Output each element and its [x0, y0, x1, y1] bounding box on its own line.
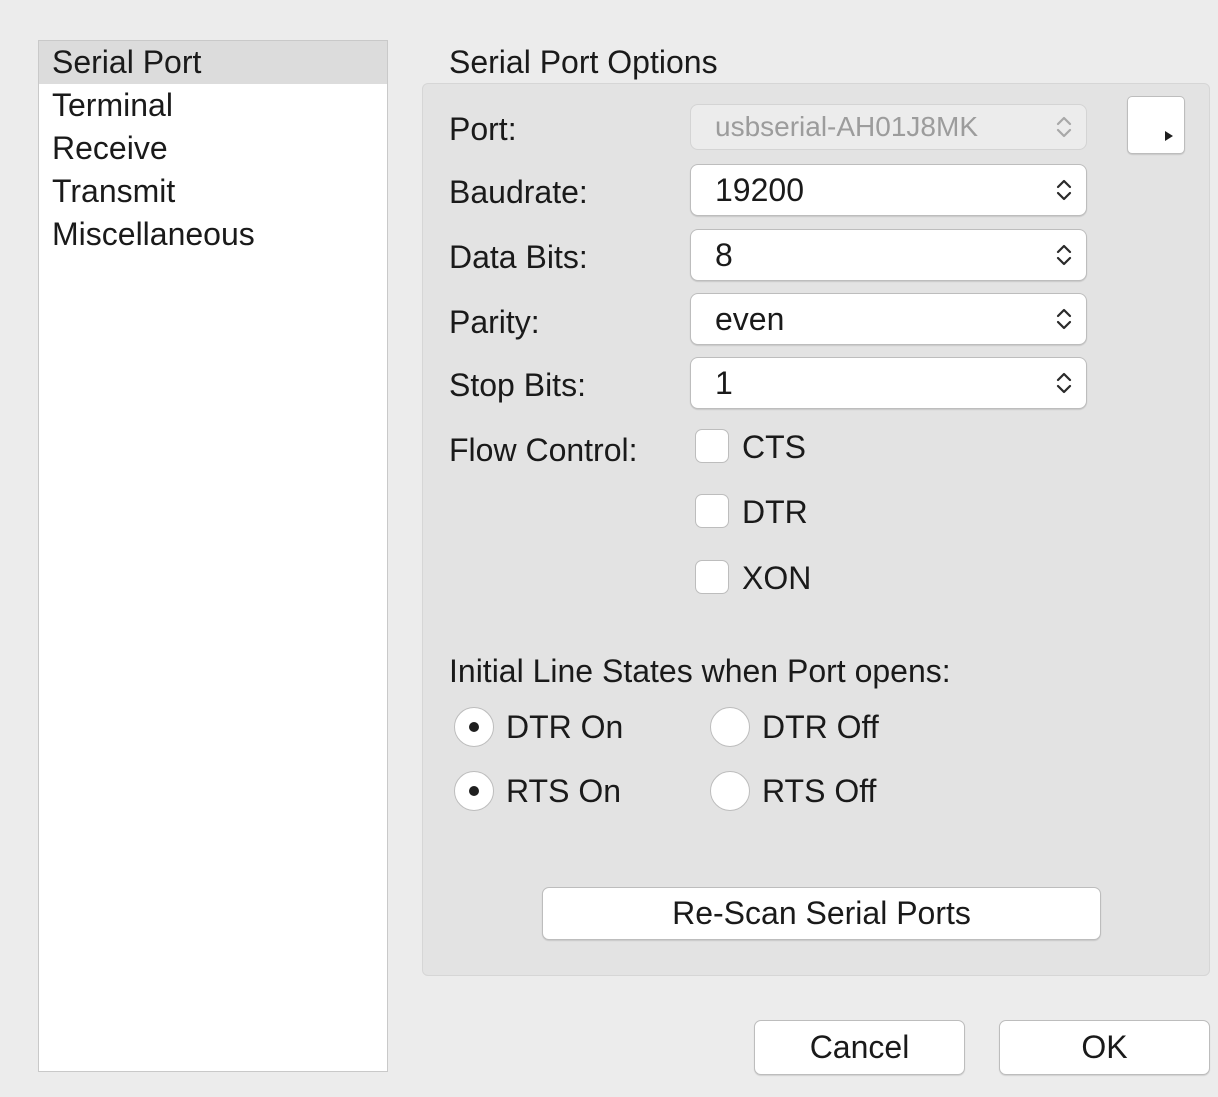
- parity-popup[interactable]: even: [690, 293, 1087, 345]
- data-bits-label: Data Bits:: [449, 239, 588, 275]
- flow-control-label: Flow Control:: [449, 432, 638, 468]
- stop-bits-label: Stop Bits:: [449, 367, 586, 403]
- radio-selected-dot: [469, 786, 479, 796]
- cts-checkbox-label: CTS: [742, 429, 806, 465]
- chevron-updown-icon: [1052, 358, 1076, 408]
- serial-port-options-title: Serial Port Options: [449, 44, 718, 80]
- preferences-sidebar: Serial Port Terminal Receive Transmit Mi…: [38, 40, 388, 1072]
- rts-off-radio[interactable]: [710, 771, 750, 811]
- chevron-updown-icon: [1052, 165, 1076, 215]
- cts-checkbox[interactable]: [695, 429, 729, 463]
- xon-checkbox-label: XON: [742, 560, 812, 596]
- rts-off-label: RTS Off: [762, 773, 877, 809]
- data-bits-value: 8: [715, 237, 733, 273]
- serial-port-options-box: [422, 83, 1210, 976]
- rts-on-label: RTS On: [506, 773, 621, 809]
- chevron-updown-icon: [1052, 230, 1076, 280]
- baudrate-popup[interactable]: 19200: [690, 164, 1087, 216]
- xon-checkbox[interactable]: [695, 560, 729, 594]
- baudrate-label: Baudrate:: [449, 174, 588, 210]
- initial-line-states-title: Initial Line States when Port opens:: [449, 653, 951, 689]
- sidebar-item-serial-port[interactable]: Serial Port: [39, 41, 387, 84]
- parity-label: Parity:: [449, 304, 540, 340]
- parity-value: even: [715, 301, 785, 337]
- triangle-right-icon: [1165, 131, 1173, 141]
- port-label: Port:: [449, 111, 517, 147]
- dtr-on-label: DTR On: [506, 709, 624, 745]
- radio-selected-dot: [469, 722, 479, 732]
- stop-bits-popup[interactable]: 1: [690, 357, 1087, 409]
- chevron-updown-icon: [1052, 105, 1076, 149]
- sidebar-item-transmit[interactable]: Transmit: [39, 170, 387, 213]
- port-value: usbserial-AH01J8MK: [715, 111, 978, 142]
- port-options-button[interactable]: [1127, 96, 1185, 154]
- sidebar-item-miscellaneous[interactable]: Miscellaneous: [39, 213, 387, 256]
- rescan-serial-ports-button[interactable]: Re-Scan Serial Ports: [542, 887, 1101, 940]
- port-popup: usbserial-AH01J8MK: [690, 104, 1087, 150]
- baudrate-value: 19200: [715, 172, 804, 208]
- rts-on-radio[interactable]: [454, 771, 494, 811]
- ok-button[interactable]: OK: [999, 1020, 1210, 1075]
- dtr-on-radio[interactable]: [454, 707, 494, 747]
- sidebar-item-terminal[interactable]: Terminal: [39, 84, 387, 127]
- dtr-checkbox[interactable]: [695, 494, 729, 528]
- sidebar-item-receive[interactable]: Receive: [39, 127, 387, 170]
- data-bits-popup[interactable]: 8: [690, 229, 1087, 281]
- dtr-checkbox-label: DTR: [742, 494, 808, 530]
- dtr-off-label: DTR Off: [762, 709, 879, 745]
- chevron-updown-icon: [1052, 294, 1076, 344]
- dtr-off-radio[interactable]: [710, 707, 750, 747]
- stop-bits-value: 1: [715, 365, 733, 401]
- cancel-button[interactable]: Cancel: [754, 1020, 965, 1075]
